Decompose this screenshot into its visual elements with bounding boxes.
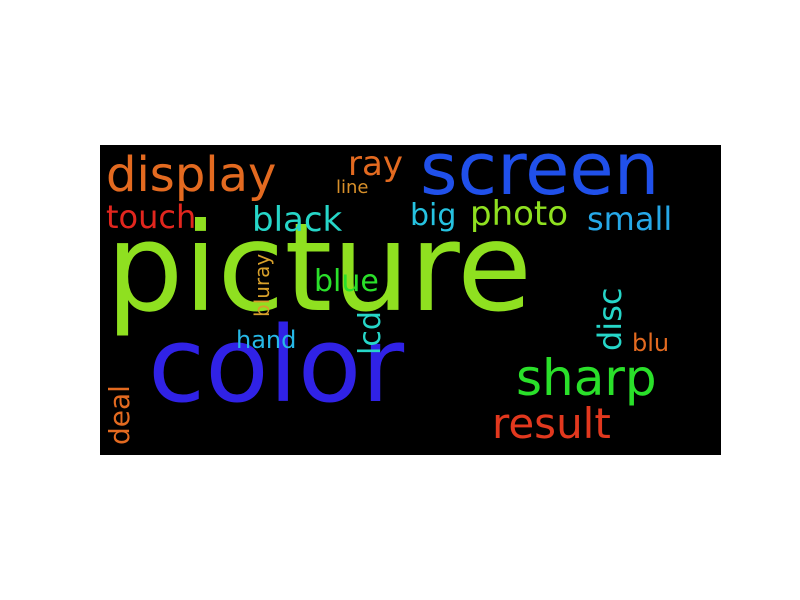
word-hand: hand [236, 326, 297, 354]
word-touch: touch [106, 198, 197, 236]
word-line: line [336, 177, 369, 198]
word-black: black [252, 200, 343, 240]
word-photo: photo [470, 194, 569, 234]
word-sharp: sharp [516, 349, 657, 407]
word-display: display [106, 147, 277, 203]
word-result: result [492, 399, 611, 448]
word-cloud: picture color screen display sharp resul… [100, 145, 721, 455]
word-disc: disc [591, 287, 629, 351]
word-lcd: lcd [353, 311, 388, 355]
word-blue: blue [314, 264, 379, 299]
word-bluray: bluray [250, 253, 274, 317]
word-big: big [410, 198, 457, 233]
word-blu: blu [632, 329, 670, 357]
word-ray: ray [348, 145, 403, 184]
word-small: small [587, 200, 673, 238]
word-deal: deal [103, 385, 136, 445]
